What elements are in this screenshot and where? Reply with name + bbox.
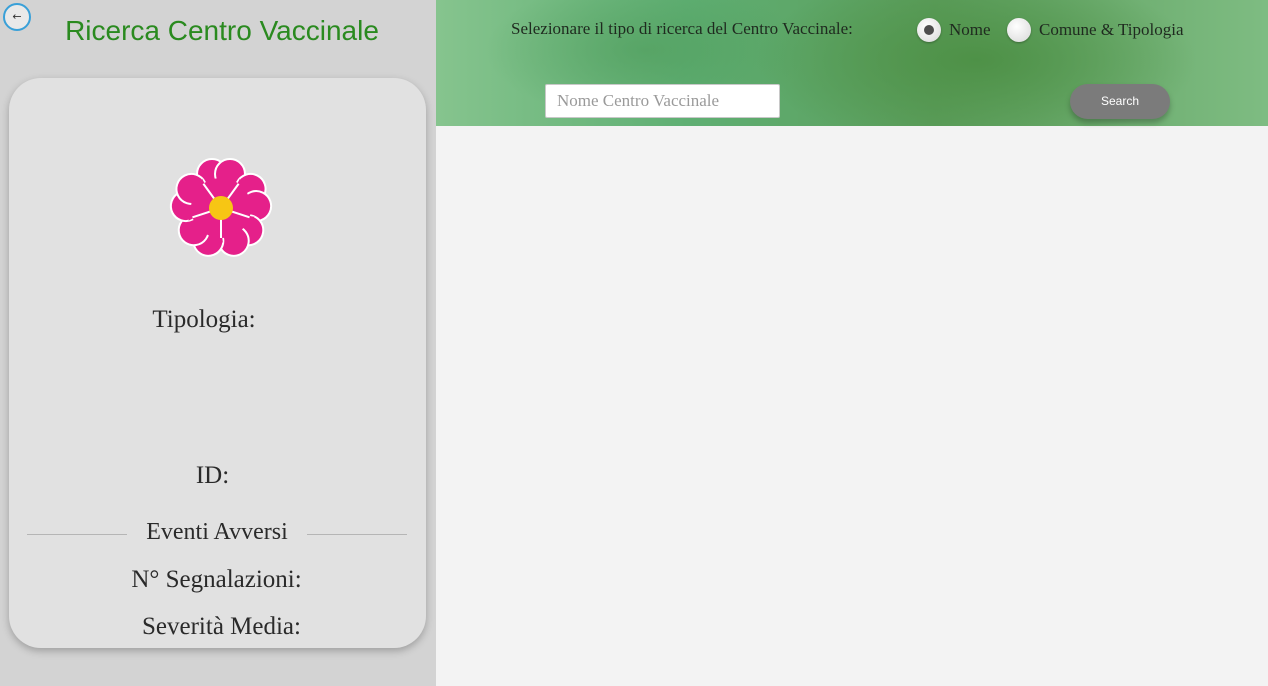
page-title: Ricerca Centro Vaccinale: [65, 15, 379, 46]
segnalazioni-label: N° Segnalazioni:: [131, 566, 302, 593]
eventi-avversi-divider: Eventi Avversi: [27, 519, 407, 548]
search-input[interactable]: [545, 84, 780, 118]
severita-media-label: Severità Media:: [142, 613, 301, 640]
results-area: [436, 126, 1268, 686]
search-type-prompt: Selezionare il tipo di ricerca del Centr…: [511, 19, 853, 38]
radio-nome-label[interactable]: Nome: [949, 20, 991, 40]
flower-icon: [169, 158, 273, 257]
divider-line-right: [307, 534, 407, 535]
id-label: ID:: [195, 462, 230, 489]
radio-comune-tipologia-label[interactable]: Comune & Tipologia: [1039, 20, 1184, 40]
divider-line-left: [27, 534, 127, 535]
radio-nome[interactable]: [917, 18, 941, 42]
search-button[interactable]: Search: [1070, 84, 1170, 119]
info-card: Tipologia: ID: Eventi Avversi N° Segnala…: [9, 78, 426, 648]
radio-comune-tipologia[interactable]: [1007, 18, 1031, 42]
back-button[interactable]: ←: [3, 3, 31, 31]
tipologia-label: Tipologia:: [152, 306, 256, 333]
radio-selected-dot: [924, 25, 934, 35]
eventi-avversi-heading: Eventi Avversi: [146, 519, 288, 545]
sidebar: ← Ricerca Centro Vaccinale Tipologia: ID…: [0, 0, 436, 686]
search-header: Selezionare il tipo di ricerca del Centr…: [436, 0, 1268, 126]
